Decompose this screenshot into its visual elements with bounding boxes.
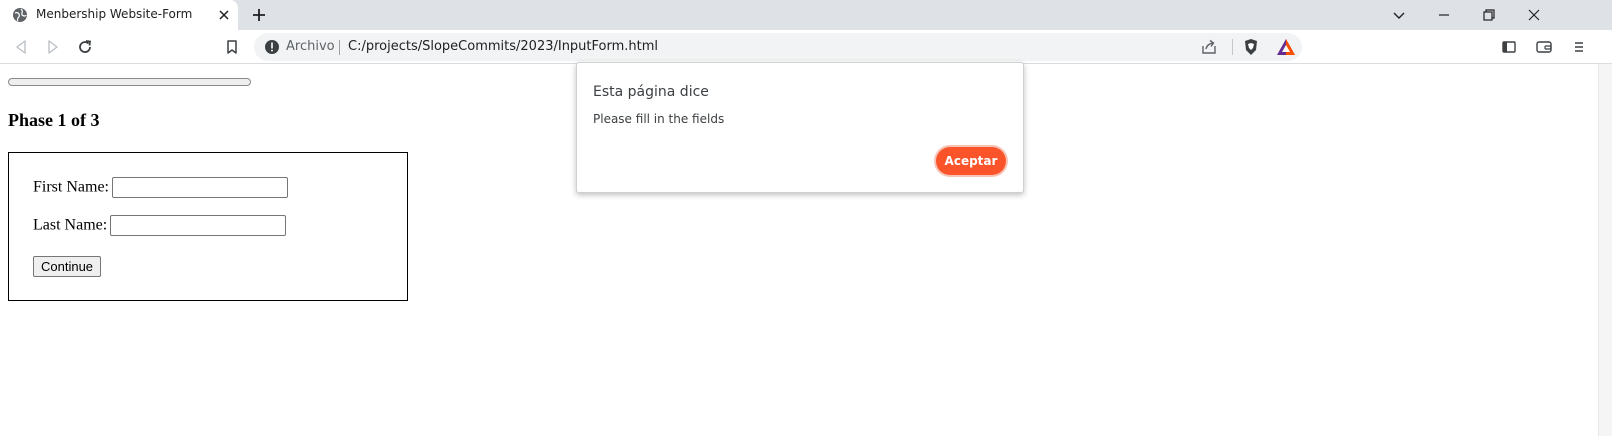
brave-shields-icon[interactable] <box>1242 38 1260 56</box>
omnibox-separator <box>339 40 340 55</box>
last-name-input[interactable] <box>110 215 287 236</box>
tab-title: Menbership Website-Form <box>36 7 193 21</box>
menu-icon[interactable] <box>1570 38 1588 56</box>
tab-strip: Menbership Website-Form <box>0 0 1612 30</box>
alert-dialog: Esta página dice Please fill in the fiel… <box>576 62 1024 193</box>
reload-icon[interactable] <box>76 38 94 56</box>
brave-rewards-icon[interactable] <box>1276 38 1296 56</box>
globe-icon <box>13 8 27 22</box>
forward-icon[interactable] <box>44 38 62 56</box>
last-name-row: Last Name: <box>33 215 287 236</box>
chevron-down-icon[interactable] <box>1390 6 1408 24</box>
sidebar-icon[interactable] <box>1500 38 1518 56</box>
back-icon[interactable] <box>12 38 30 56</box>
first-name-row: First Name: <box>33 177 288 198</box>
url-text[interactable]: C:/projects/SlopeCommits/2023/InputForm.… <box>348 39 658 54</box>
minimize-icon[interactable] <box>1435 6 1453 24</box>
bookmark-icon[interactable] <box>223 38 241 56</box>
omnibox-divider <box>1232 39 1233 55</box>
dialog-message: Please fill in the fields <box>593 112 725 126</box>
membership-form: First Name: Last Name: Continue <box>8 152 408 301</box>
browser-toolbar: Archivo C:/projects/SlopeCommits/2023/In… <box>0 30 1612 64</box>
dialog-title: Esta página dice <box>593 84 709 100</box>
info-icon[interactable] <box>264 39 280 55</box>
progress-bar <box>8 78 251 86</box>
accept-button[interactable]: Aceptar <box>936 147 1006 175</box>
share-icon[interactable] <box>1200 38 1218 56</box>
phase-heading: Phase 1 of 3 <box>8 110 100 130</box>
last-name-label: Last Name: <box>33 216 108 234</box>
page-scrollbar[interactable] <box>1598 64 1612 436</box>
security-label: Archivo <box>286 39 335 54</box>
wallet-icon[interactable] <box>1535 38 1553 56</box>
restore-icon[interactable] <box>1480 6 1498 24</box>
close-window-icon[interactable] <box>1525 6 1543 24</box>
tab-active[interactable]: Menbership Website-Form <box>0 0 238 30</box>
new-tab-icon[interactable] <box>250 6 268 24</box>
continue-button[interactable]: Continue <box>33 256 102 277</box>
first-name-label: First Name: <box>33 178 109 196</box>
address-bar[interactable]: Archivo C:/projects/SlopeCommits/2023/In… <box>254 33 1302 61</box>
tab-close-icon[interactable] <box>216 7 232 23</box>
first-name-input[interactable] <box>112 177 288 198</box>
